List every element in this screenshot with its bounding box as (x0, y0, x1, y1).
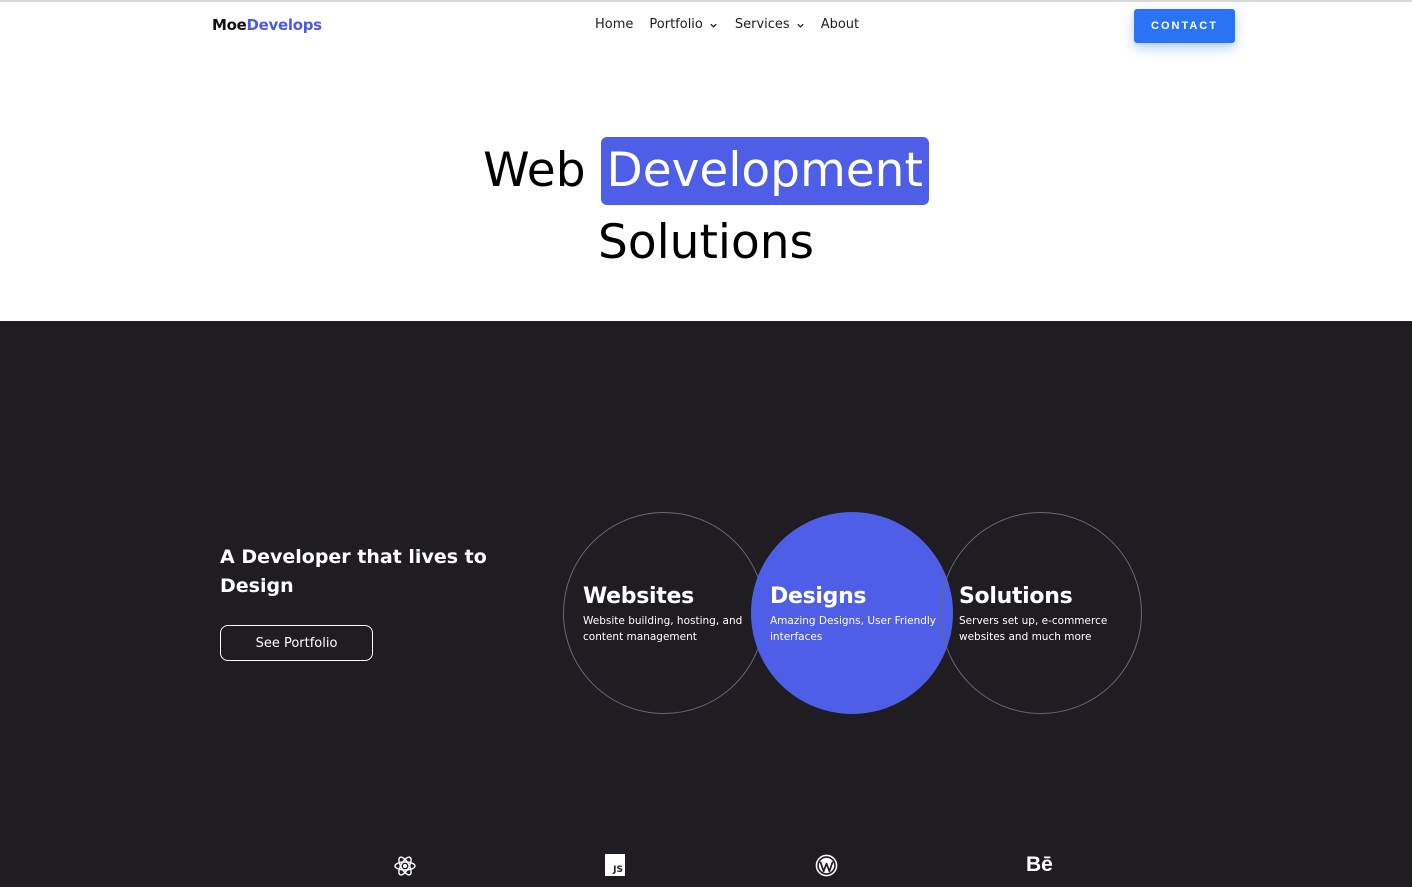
js-label: JS (613, 865, 623, 875)
service-description: Amazing Designs, User Friendly interface… (770, 615, 937, 643)
contact-button[interactable]: CONTACT (1134, 9, 1235, 43)
service-title: Designs (770, 584, 867, 609)
chevron-down-icon (797, 23, 804, 28)
hero-line-solutions: Solutions (598, 215, 814, 270)
service-description: Servers set up, e-commerce websites and … (959, 615, 1108, 643)
nav-about[interactable]: About (821, 17, 859, 32)
hero-word-web: Web (483, 143, 586, 198)
hero-heading: Web Development Solutions (0, 135, 1412, 279)
hero-line-1: Web Development (0, 135, 1412, 207)
service-title: Websites (583, 584, 694, 609)
nav-about-label: About (820, 17, 860, 32)
nav-home-label: Home (595, 17, 634, 32)
logo[interactable]: MoeDevelops (212, 16, 322, 34)
logo-part-moe: Moe (212, 16, 247, 34)
nav-portfolio-label: Portfolio (649, 17, 703, 32)
react-icon (393, 854, 417, 882)
tagline: A Developer that lives to Design (220, 546, 487, 597)
service-card-designs: Designs Amazing Designs, User Friendly i… (770, 584, 945, 645)
main-nav: Home Portfolio Services About (595, 17, 859, 32)
nav-portfolio[interactable]: Portfolio (649, 17, 717, 32)
service-card-solutions: Solutions Servers set up, e-commerce web… (959, 584, 1134, 645)
behance-icon: Bē (1026, 853, 1053, 876)
see-portfolio-button[interactable]: See Portfolio (220, 625, 373, 661)
service-title: Solutions (959, 584, 1073, 609)
logo-part-develops: Develops (246, 16, 323, 34)
hero-highlight-development: Development (600, 137, 929, 205)
nav-services-label: Services (734, 17, 790, 32)
top-border (0, 0, 1412, 2)
services-section: A Developer that lives to Design See Por… (0, 321, 1412, 887)
wordpress-icon (815, 854, 838, 881)
service-card-websites: Websites Website building, hosting, and … (583, 584, 758, 645)
nav-home[interactable]: Home (595, 17, 633, 32)
nav-services[interactable]: Services (735, 17, 805, 32)
javascript-icon: JS (605, 854, 625, 876)
chevron-down-icon (710, 23, 717, 28)
service-description: Website building, hosting, and content m… (583, 615, 743, 643)
